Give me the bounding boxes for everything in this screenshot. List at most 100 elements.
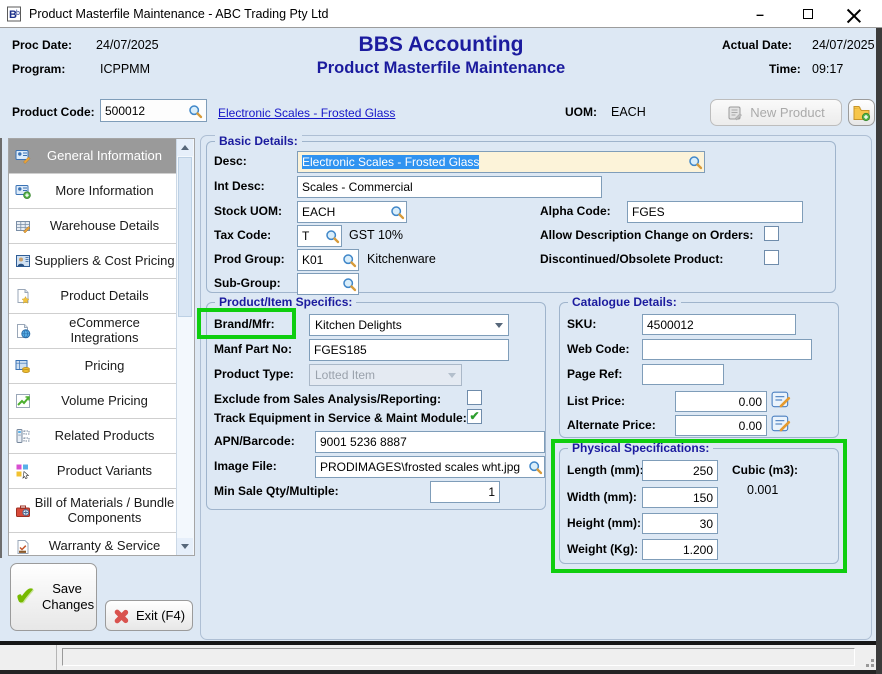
sub-group-search-icon[interactable] xyxy=(342,277,357,292)
list-price-input[interactable] xyxy=(675,391,767,412)
scroll-down-icon xyxy=(181,544,189,549)
cubic-value: 0.001 xyxy=(747,483,778,497)
brand-mfr-label: Brand/Mfr: xyxy=(214,317,275,331)
scroll-down-button[interactable] xyxy=(177,538,193,555)
cubic-label: Cubic (m3): xyxy=(732,463,798,477)
minimize-button[interactable]: – xyxy=(738,0,782,27)
maximize-icon xyxy=(803,9,813,19)
discontinued-checkbox[interactable] xyxy=(764,250,779,265)
save-changes-button[interactable]: ✔ Save Changes xyxy=(10,563,97,631)
actual-date-value: 24/07/2025 xyxy=(812,38,875,52)
alpha-code-input[interactable] xyxy=(627,201,803,223)
length-label: Length (mm): xyxy=(567,463,644,477)
sidebar-item-warranty-service[interactable]: Warranty & Service xyxy=(9,533,177,556)
list-price-label: List Price: xyxy=(567,394,625,408)
sidebar-item-label: Warehouse Details xyxy=(34,219,177,234)
close-button[interactable] xyxy=(832,0,876,27)
alpha-code-label: Alpha Code: xyxy=(540,204,611,218)
general-information-icon xyxy=(12,148,34,164)
basic-details-title: Basic Details: xyxy=(215,134,302,148)
manf-part-input[interactable] xyxy=(309,339,509,361)
weight-input[interactable] xyxy=(642,539,718,560)
length-input[interactable] xyxy=(642,460,718,481)
sub-group-input[interactable] xyxy=(297,273,359,295)
apn-barcode-label: APN/Barcode: xyxy=(214,434,295,448)
sidebar-item-more-information[interactable]: More Information xyxy=(9,174,177,209)
int-desc-input[interactable] xyxy=(297,176,602,198)
min-sale-input[interactable] xyxy=(430,481,500,503)
status-message-panel xyxy=(62,648,855,666)
sidebar-item-ecommerce-integrations[interactable]: eCommerce Integrations xyxy=(9,314,177,349)
tax-code-label: Tax Code: xyxy=(214,228,271,242)
desc-input[interactable]: Electronic Scales - Frosted Glass xyxy=(297,151,705,173)
uom-label: UOM: xyxy=(565,105,597,119)
volume-pricing-icon xyxy=(12,393,34,409)
height-input[interactable] xyxy=(642,513,718,534)
sidebar-item-label: Warranty & Service xyxy=(34,539,177,554)
sidebar-item-volume-pricing[interactable]: Volume Pricing xyxy=(9,384,177,419)
sidebar-item-suppliers-cost-pricing[interactable]: Suppliers & Cost Pricing xyxy=(9,244,177,279)
sku-input[interactable] xyxy=(642,314,796,335)
sidebar-item-label: General Information xyxy=(34,149,177,164)
scroll-up-button[interactable] xyxy=(177,139,193,156)
bill-of-materials-icon xyxy=(12,503,34,519)
tax-code-desc: GST 10% xyxy=(349,228,403,242)
sidebar-item-label: Suppliers & Cost Pricing xyxy=(34,254,177,269)
prod-group-label: Prod Group: xyxy=(214,252,285,266)
sidebar-item-warehouse-details[interactable]: Warehouse Details xyxy=(9,209,177,244)
desc-search-icon[interactable] xyxy=(688,155,703,170)
product-code-search-icon[interactable] xyxy=(188,104,203,119)
uom-value: EACH xyxy=(611,105,646,119)
height-label: Height (mm): xyxy=(567,516,641,530)
time-value: 09:17 xyxy=(812,62,843,76)
save-check-icon: ✔ xyxy=(15,585,35,609)
scrollbar-thumb[interactable] xyxy=(178,157,192,317)
prod-group-search-icon[interactable] xyxy=(342,253,357,268)
ecommerce-icon xyxy=(12,323,34,339)
allow-desc-change-checkbox[interactable] xyxy=(764,226,779,241)
brand-mfr-dropdown[interactable]: Kitchen Delights xyxy=(309,314,509,336)
page-ref-input[interactable] xyxy=(642,364,724,385)
alt-price-input[interactable] xyxy=(675,415,767,436)
sidebar-item-general-information[interactable]: General Information xyxy=(9,139,177,174)
page-ref-label: Page Ref: xyxy=(567,367,622,381)
exclude-sales-checkbox[interactable] xyxy=(467,390,482,405)
pricing-icon xyxy=(12,358,34,374)
new-product-button[interactable]: New Product xyxy=(710,99,842,126)
catalogue-details-title: Catalogue Details: xyxy=(568,295,681,309)
minimize-icon: – xyxy=(756,6,764,22)
tax-code-search-icon[interactable] xyxy=(325,229,340,244)
sidebar-item-product-variants[interactable]: Product Variants xyxy=(9,454,177,489)
image-file-input[interactable]: PRODIMAGES\frosted scales wht.jpg xyxy=(315,456,545,478)
width-input[interactable] xyxy=(642,487,718,508)
product-variants-icon xyxy=(12,463,34,479)
sidebar-item-product-details[interactable]: Product Details xyxy=(9,279,177,314)
maximize-button[interactable] xyxy=(786,0,830,27)
tax-code-input[interactable]: T xyxy=(297,225,342,247)
brand-mfr-value: Kitchen Delights xyxy=(315,318,402,332)
app-window: B b Product Masterfile Maintenance - ABC… xyxy=(0,0,882,674)
web-code-input[interactable] xyxy=(642,339,812,360)
product-code-input[interactable]: 500012 xyxy=(100,99,207,122)
sidebar-item-bill-of-materials[interactable]: Bill of Materials / Bundle Components xyxy=(9,489,177,533)
new-product-icon xyxy=(727,105,743,121)
int-desc-label: Int Desc: xyxy=(214,179,265,193)
image-file-search-icon[interactable] xyxy=(528,460,543,475)
prod-group-input[interactable]: K01 xyxy=(297,249,359,271)
alt-price-edit-icon[interactable] xyxy=(771,414,791,434)
sidebar-item-related-products[interactable]: Related Products xyxy=(9,419,177,454)
sidebar-scrollbar[interactable] xyxy=(176,139,194,555)
exit-button[interactable]: Exit (F4) xyxy=(105,600,193,631)
sidebar-item-pricing[interactable]: Pricing xyxy=(9,349,177,384)
list-price-edit-icon[interactable] xyxy=(771,390,791,410)
item-specifics-title: Product/Item Specifics: xyxy=(215,295,356,309)
add-folder-button[interactable] xyxy=(848,99,875,126)
sidebar-item-label: eCommerce Integrations xyxy=(34,316,177,345)
product-description-link[interactable]: Electronic Scales - Frosted Glass xyxy=(218,106,395,120)
image-file-label: Image File: xyxy=(214,459,277,473)
product-type-dropdown[interactable]: Lotted Item xyxy=(309,364,462,386)
apn-barcode-input[interactable] xyxy=(315,431,545,453)
stock-uom-input[interactable]: EACH xyxy=(297,201,407,223)
track-equipment-checkbox[interactable] xyxy=(467,409,482,424)
stock-uom-search-icon[interactable] xyxy=(390,205,405,220)
